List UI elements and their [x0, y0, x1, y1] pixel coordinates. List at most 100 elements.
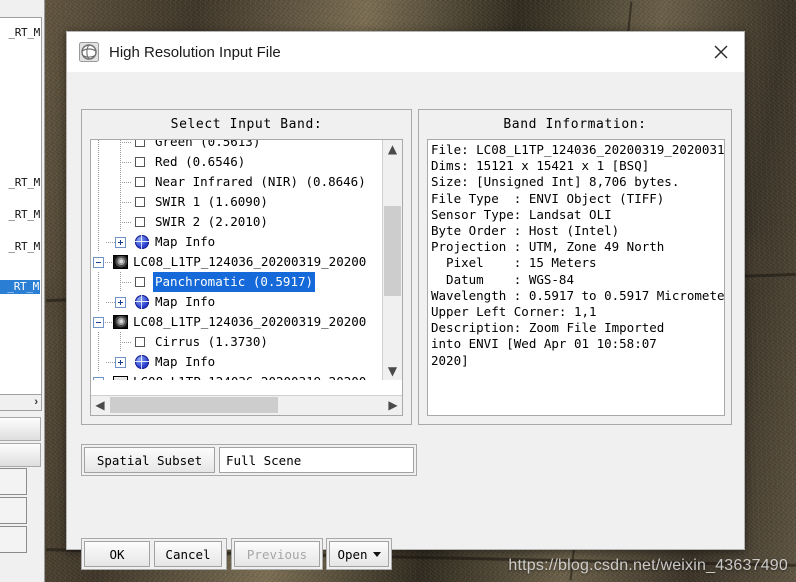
- tree-elbow: [120, 182, 131, 183]
- tree-guide: [98, 192, 99, 212]
- expand-plus-icon[interactable]: [115, 237, 126, 248]
- spatial-subset-row: Spatial Subset Full Scene: [81, 444, 417, 476]
- background-field[interactable]: [0, 468, 27, 495]
- band-information-title: Band Information:: [503, 117, 647, 132]
- globe-icon: [135, 235, 149, 249]
- expand-plus-icon[interactable]: [115, 297, 126, 308]
- tree-item-swir-1[interactable]: SWIR 1 (1.6090): [91, 192, 383, 212]
- background-list-item[interactable]: _RT_M: [8, 208, 40, 222]
- tree-item-swir-2[interactable]: SWIR 2 (2.2010): [91, 212, 383, 232]
- globe-icon: [135, 295, 149, 309]
- dialog-body: Select Input Band: Green (0.5613) Red (0…: [67, 72, 744, 570]
- dataset-icon: [113, 255, 128, 269]
- band-information-text[interactable]: File: LC08_L1TP_124036_20200319_20200319…: [427, 139, 725, 416]
- vertical-scrollbar-thumb[interactable]: [384, 206, 401, 296]
- tree-item-green[interactable]: Green (0.5613): [91, 140, 383, 152]
- tree-item-cirrus[interactable]: Cirrus (1.3730): [91, 332, 383, 352]
- stack-icon: [113, 376, 128, 380]
- background-button[interactable]: [0, 417, 41, 441]
- select-input-band-title: Select Input Band:: [170, 117, 323, 132]
- band-info-line: into ENVI [Wed Apr 01 10:58:07: [431, 336, 657, 352]
- tree-item-dataset[interactable]: LC08_L1TP_124036_20200319_20200: [91, 372, 383, 380]
- background-button[interactable]: [0, 443, 41, 467]
- band-info-line: Dims: 15121 x 15421 x 1 [BSQ]: [431, 158, 650, 174]
- tree-item-map-info[interactable]: Map Info: [91, 232, 383, 252]
- background-list-item-selected[interactable]: _RT_M: [0, 280, 40, 294]
- scroll-right-icon[interactable]: ▶: [384, 396, 402, 414]
- tree-item-label: Map Info: [155, 234, 216, 249]
- background-list-item[interactable]: _RT_M: [8, 26, 40, 40]
- dialog-titlebar[interactable]: High Resolution Input File: [67, 32, 744, 72]
- tree-item-near-infrared[interactable]: Near Infrared (NIR) (0.8646): [91, 172, 383, 192]
- open-button[interactable]: Open: [329, 541, 389, 567]
- ok-cancel-group: OK Cancel: [81, 538, 227, 570]
- tree-item-label: LC08_L1TP_124036_20200319_20200: [133, 254, 367, 269]
- background-list-item[interactable]: _RT_M: [8, 240, 40, 254]
- background-list-item[interactable]: _RT_M: [8, 176, 40, 190]
- horizontal-scrollbar-thumb[interactable]: [110, 397, 278, 413]
- band-tree-view[interactable]: Green (0.5613) Red (0.6546) Near Infrare…: [91, 140, 383, 380]
- tree-guide: [98, 292, 99, 312]
- globe-icon: [135, 355, 149, 369]
- open-button-label: Open: [337, 546, 368, 562]
- band-info-line: Size: [Unsigned Int] 8,706 bytes.: [431, 174, 680, 190]
- caret-down-icon: [372, 551, 381, 557]
- band-info-line: 2020]: [431, 352, 469, 368]
- scroll-up-icon[interactable]: ▲: [383, 140, 402, 158]
- background-field[interactable]: [0, 497, 27, 524]
- tree-guide: [98, 332, 99, 352]
- tree-item-label: LC08_L1TP_124036_20200319_20200: [133, 314, 367, 329]
- tree-item-panchromatic[interactable]: Panchromatic (0.5917): [91, 272, 383, 292]
- background-file-list[interactable]: _RT_M _RT_M _RT_M _RT_M _RT_M: [0, 17, 42, 410]
- dialog-title: High Resolution Input File: [109, 43, 281, 61]
- band-info-line: Sensor Type: Landsat OLI: [431, 206, 612, 222]
- tree-item-dataset[interactable]: LC08_L1TP_124036_20200319_20200: [91, 252, 383, 272]
- scroll-left-icon[interactable]: ◀: [91, 396, 109, 414]
- watermark-text: https://blog.csdn.net/weixin_43637490: [508, 557, 788, 574]
- checkbox-unchecked-icon[interactable]: [135, 177, 145, 187]
- tree-guide: [98, 172, 99, 192]
- tree-elbow: [120, 142, 131, 143]
- checkbox-unchecked-icon[interactable]: [135, 277, 145, 287]
- checkbox-unchecked-icon[interactable]: [135, 197, 145, 207]
- scroll-down-icon[interactable]: ▼: [383, 362, 402, 380]
- spatial-subset-button[interactable]: Spatial Subset: [84, 447, 215, 473]
- cancel-button[interactable]: Cancel: [154, 541, 222, 567]
- tree-vertical-scrollbar[interactable]: ▲ ▼: [382, 140, 402, 380]
- ok-button[interactable]: OK: [84, 541, 150, 567]
- collapse-minus-icon[interactable]: [93, 377, 104, 380]
- tree-guide: [98, 140, 99, 152]
- spatial-subset-value: Full Scene: [219, 447, 414, 473]
- select-input-band-group: Select Input Band: Green (0.5613) Red (0…: [81, 109, 412, 425]
- tree-item-map-info[interactable]: Map Info: [91, 292, 383, 312]
- tree-item-label: SWIR 1 (1.6090): [155, 194, 268, 209]
- band-info-line: Upper Left Corner: 1,1: [431, 304, 597, 320]
- tree-item-dataset[interactable]: LC08_L1TP_124036_20200319_20200: [91, 312, 383, 332]
- checkbox-unchecked-icon[interactable]: [135, 217, 145, 227]
- checkbox-unchecked-icon[interactable]: [135, 337, 145, 347]
- tree-item-label: Green (0.5613): [155, 140, 261, 149]
- background-field-group: [0, 468, 27, 555]
- collapse-minus-icon[interactable]: [93, 317, 104, 328]
- tree-item-red[interactable]: Red (0.6546): [91, 152, 383, 172]
- tree-item-label: Cirrus (1.3730): [155, 334, 268, 349]
- expand-plus-icon[interactable]: [115, 357, 126, 368]
- band-info-line: Datum : WGS-84: [431, 271, 574, 287]
- band-info-line: File: LC08_L1TP_124036_20200319_20200319…: [431, 142, 725, 157]
- checkbox-unchecked-icon[interactable]: [135, 157, 145, 167]
- close-icon[interactable]: [698, 32, 744, 72]
- checkbox-unchecked-icon[interactable]: [135, 140, 145, 147]
- tree-item-label: Map Info: [155, 294, 216, 309]
- tree-elbow: [120, 222, 131, 223]
- tree-horizontal-scrollbar[interactable]: ◀ ▶: [91, 395, 402, 415]
- band-info-line: Byte Order : Host (Intel): [431, 223, 620, 239]
- previous-group: Previous: [231, 538, 323, 570]
- tree-item-label: LC08_L1TP_124036_20200319_20200: [133, 372, 366, 380]
- tree-elbow: [120, 202, 131, 203]
- tree-item-map-info[interactable]: Map Info: [91, 352, 383, 372]
- tree-elbow: [120, 162, 131, 163]
- background-horizontal-scrollbar[interactable]: ›: [0, 394, 42, 411]
- tree-guide: [98, 152, 99, 172]
- background-field[interactable]: [0, 526, 27, 553]
- collapse-minus-icon[interactable]: [93, 257, 104, 268]
